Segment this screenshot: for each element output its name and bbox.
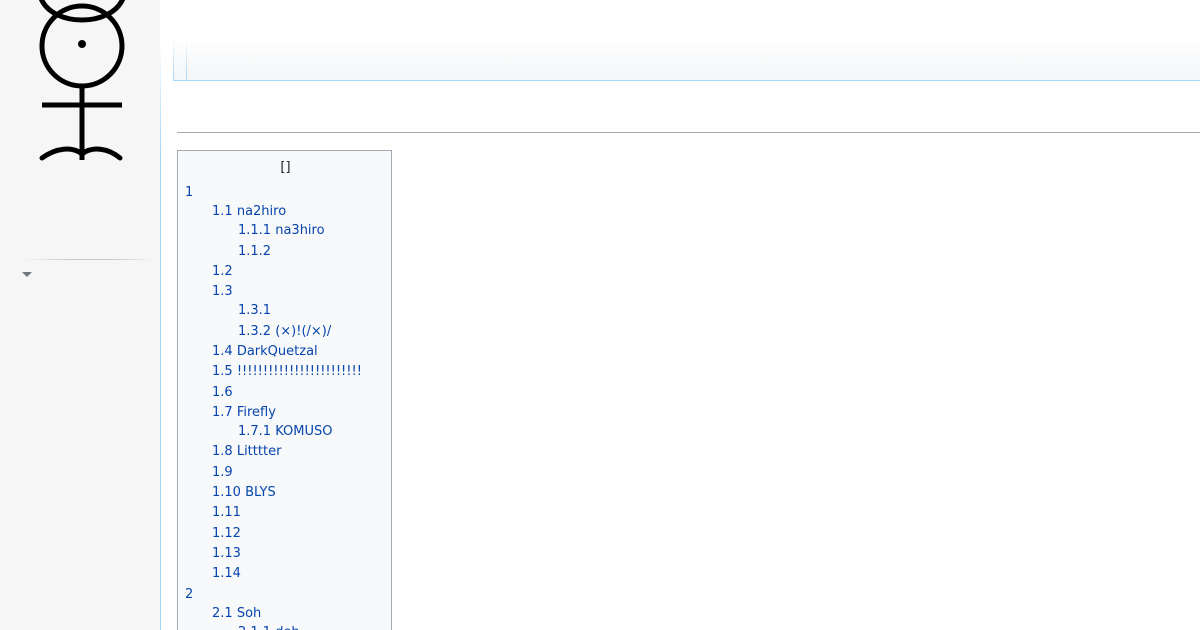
toc-item-number: 1.8 bbox=[212, 444, 233, 459]
portal-toggle[interactable] bbox=[18, 264, 38, 284]
toc-item-text: DarkQuetzal bbox=[236, 344, 318, 359]
toc-item-text: KOMUSO bbox=[275, 424, 333, 439]
toc-item-text: !!!!!!!!!!!!!!!!!!!!!!!! bbox=[236, 364, 362, 379]
toc-item[interactable]: 1.1 na2hiro bbox=[212, 204, 286, 220]
toc-item[interactable]: 1.5 !!!!!!!!!!!!!!!!!!!!!!!! bbox=[212, 364, 362, 380]
toc-item[interactable]: 1.1.2 bbox=[238, 244, 271, 260]
toc-item-text: BLYS bbox=[245, 485, 276, 500]
table-of-contents: [] 1 1.1 na2hiro 1.1.1 na3hiro 1.1.2 1.2 1… bbox=[177, 150, 392, 630]
toc-item[interactable]: 1.13 bbox=[212, 546, 241, 562]
toc-item[interactable]: 1.7.1 KOMUSO bbox=[238, 424, 332, 440]
sidebar-border bbox=[160, 42, 161, 630]
toc-toggle[interactable]: [] bbox=[178, 160, 393, 176]
toc-item-number: 1.1.2 bbox=[238, 244, 272, 259]
page: [] 1 1.1 na2hiro 1.1.1 na3hiro 1.1.2 1.2 1… bbox=[0, 0, 1200, 630]
toc-item-number: 1.2 bbox=[212, 264, 233, 279]
toc-item[interactable]: 1.9 bbox=[212, 465, 233, 481]
toc-item-number: 1.6 bbox=[212, 385, 233, 400]
toc-item[interactable]: 1.3 bbox=[212, 284, 233, 300]
toc-item[interactable]: 1.6 bbox=[212, 385, 233, 401]
caret-down-icon bbox=[22, 272, 32, 277]
toc-item-number: 1.1 bbox=[212, 204, 233, 219]
toc-item-number: 2.1 bbox=[212, 606, 233, 621]
toc-item[interactable]: 1.8 Litttter bbox=[212, 444, 281, 460]
toc-item-number: 1.3.2 bbox=[238, 324, 272, 339]
toc-item-number: 1 bbox=[185, 185, 194, 200]
sidebar-divider bbox=[22, 259, 154, 260]
toc-item[interactable]: 1.4 DarkQuetzal bbox=[212, 344, 318, 360]
tab-edge bbox=[173, 40, 174, 80]
toc-item[interactable]: 1.1.1 na3hiro bbox=[238, 223, 325, 239]
tab-separator bbox=[186, 40, 187, 80]
toc-item[interactable]: 1.11 bbox=[212, 505, 241, 521]
toc-item-number: 1.3.1 bbox=[238, 303, 272, 318]
toc-item-text: Soh bbox=[236, 606, 262, 621]
toc-item[interactable]: 1.10 BLYS bbox=[212, 485, 276, 501]
toc-item[interactable]: 1.7 Firefly bbox=[212, 405, 276, 421]
toc-item-text: Litttter bbox=[236, 444, 282, 459]
toc-item[interactable]: 1 bbox=[185, 185, 193, 201]
toc-item-number: 1.7 bbox=[212, 405, 233, 420]
toc-item-number: 2.1.1 bbox=[238, 625, 271, 630]
toc-item[interactable]: 1.3.1 bbox=[238, 303, 271, 319]
toc-item[interactable]: 2.1 Soh bbox=[212, 606, 261, 622]
toc-item-number: 1.7.1 bbox=[238, 424, 272, 439]
toc-item[interactable]: 2.1.1 doh bbox=[238, 625, 300, 630]
sidebar bbox=[0, 0, 160, 630]
toc-item-number: 1.11 bbox=[212, 505, 241, 520]
toc-item-text: na2hiro bbox=[236, 204, 287, 219]
toc-item[interactable]: 1.12 bbox=[212, 526, 241, 542]
toc-item-number: 1.13 bbox=[212, 546, 241, 561]
heading-rule bbox=[177, 132, 1200, 133]
toc-item-text: Firefly bbox=[236, 405, 276, 420]
toc-item-number: 1.5 bbox=[212, 364, 233, 379]
toc-item-number: 1.10 bbox=[212, 485, 241, 500]
hermaphrodite-symbol-icon[interactable] bbox=[30, 0, 134, 164]
toc-item[interactable]: 1.14 bbox=[212, 566, 241, 582]
toc-item-number: 2 bbox=[185, 587, 194, 602]
toc-item-text: (×)!(/×)/ bbox=[275, 324, 332, 339]
toc-item-number: 1.14 bbox=[212, 566, 241, 581]
toc-item-number: 1.12 bbox=[212, 526, 241, 541]
tab-bar bbox=[173, 0, 1200, 81]
toc-item[interactable]: 2 bbox=[185, 587, 193, 603]
toc-item-text: doh bbox=[275, 625, 299, 630]
toc-item-number: 1.4 bbox=[212, 344, 233, 359]
toc-item[interactable]: 1.3.2 (×)!(/×)/ bbox=[238, 324, 331, 340]
toc-item-number: 1.3 bbox=[212, 284, 233, 299]
toc-item-text: na3hiro bbox=[275, 223, 325, 238]
toc-item-number: 1.1.1 bbox=[238, 223, 272, 238]
toc-item[interactable]: 1.2 bbox=[212, 264, 233, 280]
toc-item-number: 1.9 bbox=[212, 465, 233, 480]
content-area: [] 1 1.1 na2hiro 1.1.1 na3hiro 1.1.2 1.2 1… bbox=[177, 81, 1200, 630]
